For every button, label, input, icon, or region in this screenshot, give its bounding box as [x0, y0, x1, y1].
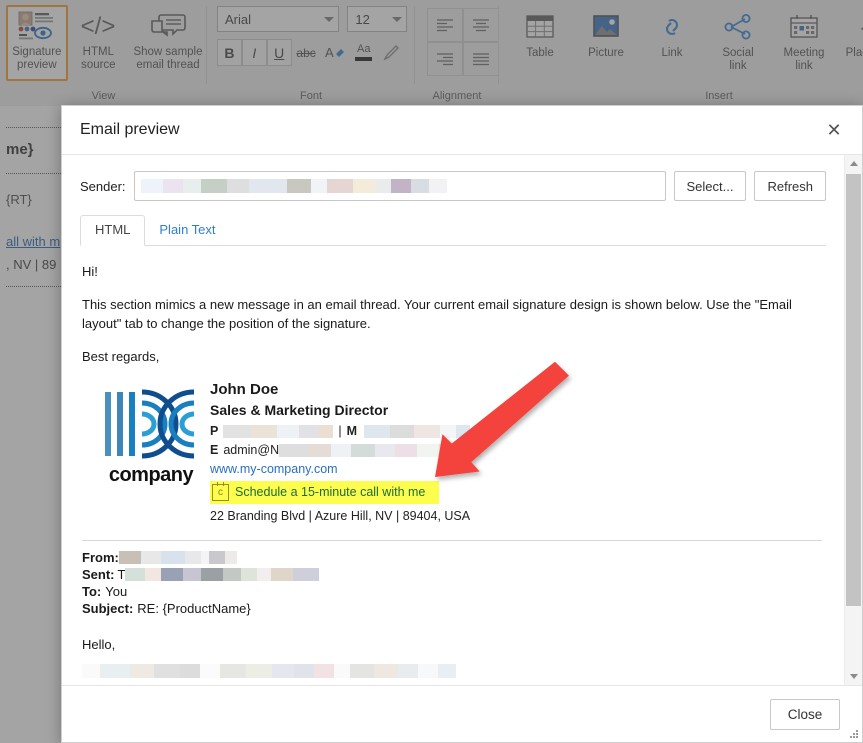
- dialog-vertical-scrollbar[interactable]: [844, 155, 862, 685]
- tab-plain-text[interactable]: Plain Text: [145, 216, 229, 245]
- message-body: This section mimics a new message in an …: [82, 295, 817, 333]
- signature-job-title: Sales & Marketing Director: [210, 400, 481, 420]
- sender-label: Sender:: [80, 179, 126, 194]
- thread-to-line: To: You: [82, 583, 822, 600]
- thread-to-label: To:: [82, 583, 101, 600]
- thread-from-label: From:: [82, 549, 119, 566]
- meeting-link-text: Schedule a 15-minute call with me: [235, 483, 425, 502]
- thread-subject-line: Subject: RE: {ProductName}: [82, 600, 822, 617]
- dialog-header: Email preview ✕: [62, 106, 862, 155]
- tab-html[interactable]: HTML: [80, 215, 145, 246]
- close-icon[interactable]: ✕: [820, 116, 848, 144]
- select-sender-button[interactable]: Select...: [674, 171, 747, 201]
- calendar-icon: c: [212, 484, 229, 501]
- phone-separator: |: [338, 422, 341, 441]
- dialog-body: Sender: Select... Refresh HTML Plain Tex…: [62, 155, 862, 685]
- email-prefix: E: [210, 441, 218, 460]
- email-preview-dialog: Email preview ✕ Sender: Select... Refres…: [61, 105, 863, 743]
- scrollbar-track[interactable]: [845, 172, 862, 668]
- phone-prefix: P: [210, 422, 218, 441]
- sender-input[interactable]: [134, 171, 666, 201]
- redacted-sender-value: [141, 179, 447, 193]
- dialog-footer: Close: [62, 685, 862, 742]
- dialog-title: Email preview: [80, 121, 180, 139]
- redacted-phone: [223, 425, 333, 438]
- thread-greeting: Hello,: [82, 635, 822, 654]
- dialog-scroll-content: Sender: Select... Refresh HTML Plain Tex…: [62, 155, 844, 685]
- resize-grip-icon[interactable]: [849, 729, 858, 738]
- thread-divider: [82, 540, 822, 541]
- thread-from-line: From:: [82, 549, 822, 566]
- signature-meeting-link-highlighted[interactable]: c Schedule a 15-minute call with me: [210, 481, 439, 504]
- signature-name: John Doe: [210, 380, 481, 400]
- thread-subject-label: Subject:: [82, 600, 133, 617]
- company-logo: company: [92, 378, 210, 526]
- signature-address: 22 Branding Blvd | Azure Hill, NV | 8940…: [210, 507, 481, 526]
- email-signature-block: company John Doe Sales & Marketing Direc…: [92, 378, 822, 526]
- redacted-email: [279, 444, 481, 457]
- redacted-sent: [125, 568, 319, 581]
- company-logo-mark: [99, 386, 203, 462]
- message-greeting: Hi!: [82, 262, 822, 281]
- email-visible-part: admin@N: [223, 441, 279, 460]
- thread-sent-line: Sent: T: [82, 566, 822, 583]
- message-closing: Best regards,: [82, 347, 822, 366]
- thread-to-value: You: [105, 583, 127, 600]
- preview-format-tabs: HTML Plain Text: [80, 215, 826, 246]
- redacted-thread-body: [82, 664, 456, 678]
- thread-subject-value: RE: {ProductName}: [137, 600, 250, 617]
- signature-phone-line: P | M: [210, 422, 481, 441]
- refresh-sender-button[interactable]: Refresh: [754, 171, 826, 201]
- redacted-mobile: [364, 425, 470, 438]
- close-button[interactable]: Close: [770, 699, 840, 730]
- thread-sent-label: Sent:: [82, 566, 115, 583]
- company-logo-wordmark: company: [109, 466, 193, 485]
- email-preview-pane: Hi! This section mimics a new message in…: [80, 246, 826, 685]
- mobile-prefix: M: [347, 422, 357, 441]
- thread-sent-visible: T: [118, 566, 126, 583]
- signature-details: John Doe Sales & Marketing Director P | …: [210, 378, 481, 526]
- signature-email-line: E admin@N: [210, 441, 481, 460]
- redacted-from: [119, 551, 237, 564]
- scrollbar-thumb[interactable]: [846, 174, 861, 606]
- signature-website-link[interactable]: www.my-company.com: [210, 460, 481, 479]
- scroll-up-arrow-icon[interactable]: [845, 155, 862, 172]
- sender-row: Sender: Select... Refresh: [80, 171, 826, 201]
- scroll-down-arrow-icon[interactable]: [845, 668, 862, 685]
